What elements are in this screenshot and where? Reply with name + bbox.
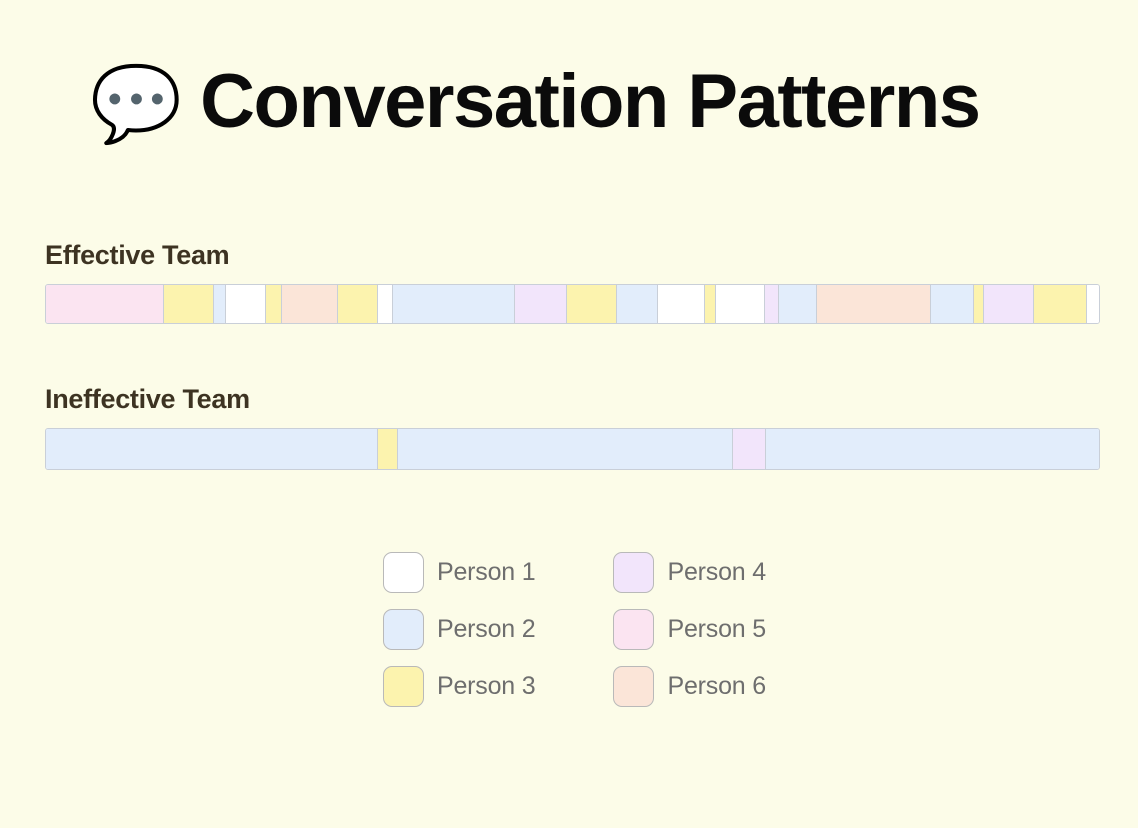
legend-label: Person 4 xyxy=(667,558,766,586)
legend-swatch xyxy=(613,609,655,650)
legend-item: Person 3 xyxy=(383,666,536,707)
timeline-segment xyxy=(974,285,985,323)
legend-swatch xyxy=(383,666,424,707)
legend: Person 1 Person 2 Person 3 Person 4 Person 5… xyxy=(383,552,766,707)
timeline-segment xyxy=(817,285,932,323)
legend-swatch xyxy=(613,666,655,707)
timeline-segment xyxy=(765,429,1099,469)
timeline-segment xyxy=(393,285,516,323)
timeline-segment xyxy=(515,285,567,323)
legend-swatch xyxy=(383,609,424,650)
legend-swatch xyxy=(613,552,655,593)
speech-balloon-icon: 💬 xyxy=(90,62,183,145)
timeline-segment xyxy=(378,285,394,323)
timeline-segment xyxy=(225,285,266,323)
timeline-segment xyxy=(398,429,733,469)
legend-item: Person 1 xyxy=(383,552,536,593)
timeline-segment xyxy=(715,285,765,323)
timeline-segment xyxy=(764,285,779,323)
timeline-segment xyxy=(704,285,716,323)
timeline-segment xyxy=(163,285,214,323)
legend-label: Person 1 xyxy=(437,558,536,586)
page-header: 💬 Conversation Patterns xyxy=(90,46,981,158)
legend-swatch xyxy=(383,552,424,593)
timeline-effective-team xyxy=(45,284,1100,324)
timeline-segment xyxy=(566,285,617,323)
legend-label: Person 2 xyxy=(437,615,536,643)
timeline-segment xyxy=(657,285,705,323)
legend-item: Person 4 xyxy=(613,552,766,593)
timeline-segment xyxy=(931,285,975,323)
legend-label: Person 5 xyxy=(667,615,766,643)
page-title: Conversation Patterns xyxy=(200,59,981,144)
legend-item: Person 5 xyxy=(613,609,766,650)
legend-item: Person 2 xyxy=(383,609,536,650)
timeline-segment xyxy=(281,285,339,323)
timeline-segment xyxy=(46,285,164,323)
timeline-segment xyxy=(213,285,226,323)
timeline-segment xyxy=(378,429,399,469)
section-label-ineffective: Ineffective Team xyxy=(45,384,250,414)
timeline-segment xyxy=(616,285,658,323)
legend-label: Person 6 xyxy=(667,672,766,700)
timeline-segment xyxy=(265,285,282,323)
timeline-ineffective-team xyxy=(45,428,1100,470)
legend-label: Person 3 xyxy=(437,672,536,700)
legend-item: Person 6 xyxy=(613,666,766,707)
timeline-segment xyxy=(1033,285,1087,323)
timeline-segment xyxy=(984,285,1034,323)
timeline-segment xyxy=(778,285,818,323)
timeline-segment xyxy=(1086,285,1099,323)
timeline-segment xyxy=(46,429,379,469)
timeline-segment xyxy=(732,429,766,469)
timeline-segment xyxy=(338,285,379,323)
section-label-effective: Effective Team xyxy=(45,240,230,270)
conversation-patterns-infographic: 💬 Conversation Patterns Effective Team I… xyxy=(0,0,1138,828)
